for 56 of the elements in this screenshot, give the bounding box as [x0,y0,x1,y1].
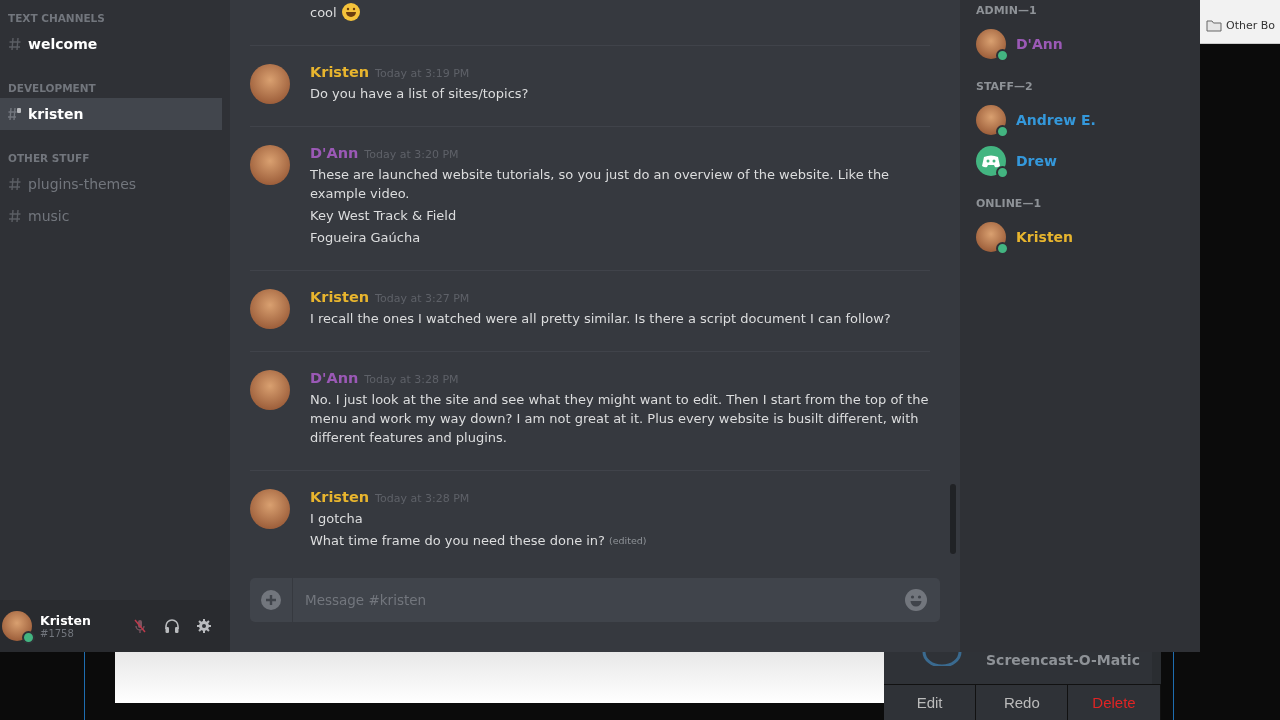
user-avatar[interactable] [250,64,290,104]
member-name[interactable]: D'Ann [1016,35,1063,52]
hash-icon [8,209,22,223]
user-tag: #1758 [40,628,132,639]
user-avatar[interactable] [976,104,1006,135]
channel-item[interactable]: welcome [0,28,222,60]
record-ring-icon [922,652,962,666]
message-text: No. I just look at the site and see what they might want to edit. Then I start from the top of the menu and work my way down? I am not great at it. Plus every website is busilt different, with different features and plugins. [310,391,930,447]
message-author[interactable]: D'Ann [310,370,359,386]
category-header[interactable]: TEXT CHANNELS [0,12,230,24]
recorder-button[interactable]: Edit [884,685,977,720]
user-avatar[interactable] [250,489,290,529]
message-text: I recall the ones I watched were all pretty similar. Is there a script document I can follow? [310,310,891,328]
user-avatar [2,611,32,641]
message-text: Key West Track & Field [310,207,457,225]
member-group-header: ADMIN—1 [976,4,1038,17]
message-text: What time frame do you need these done in? [310,532,605,550]
recorder-button[interactable]: Redo [976,685,1069,720]
game-controller-avatar-icon[interactable] [976,145,1006,176]
user-avatar[interactable] [250,289,290,329]
category-header[interactable]: DEVELOPMENT [0,82,230,94]
member-name[interactable]: Drew [1016,152,1057,169]
user-avatar[interactable] [976,221,1006,252]
user-avatar[interactable] [250,370,290,410]
locked-hash-icon [8,107,22,121]
folder-icon[interactable] [1206,19,1222,32]
muted-microphone-icon[interactable] [132,618,148,634]
hash-icon [8,177,22,191]
member-group-header: STAFF—2 [976,80,1034,93]
message-text: Fogueira Gaúcha [310,229,421,247]
bookmark-folder[interactable]: Other Bo [1226,19,1275,32]
headphones-icon[interactable] [164,618,180,634]
message-author[interactable]: Kristen [310,64,370,80]
recorder-button[interactable]: Delete [1068,685,1161,720]
member-group-header: ONLINE—1 [976,197,1043,210]
message-author[interactable]: Kristen [310,489,370,505]
app-name: Screencast-O-Matic [986,652,1140,668]
message-text: These are launched website tutorials, so you just do an overview of the website. Like the example video. [310,166,891,203]
message-text: Do you have a list of sites/topics? [310,85,529,103]
message-text: cool [310,3,337,22]
user-avatar[interactable] [976,28,1006,59]
channel-item[interactable]: kristen [0,98,222,130]
member-name[interactable]: Kristen [1016,228,1074,245]
channel-item[interactable]: plugins-themes [0,168,222,200]
edited-label: (edited) [609,535,647,546]
scrollbar[interactable] [950,484,956,554]
category-header[interactable]: OTHER STUFF [0,152,230,164]
message-author[interactable]: Kristen [310,289,370,305]
user-avatar[interactable] [250,145,290,185]
username: Kristen [40,613,92,628]
message-author[interactable]: D'Ann [310,145,359,161]
settings-icon[interactable] [196,618,212,634]
member-name[interactable]: Andrew E. [1016,111,1096,128]
message-text: I gotcha [310,510,363,528]
hash-icon [8,37,22,51]
channel-item[interactable]: music [0,200,222,232]
